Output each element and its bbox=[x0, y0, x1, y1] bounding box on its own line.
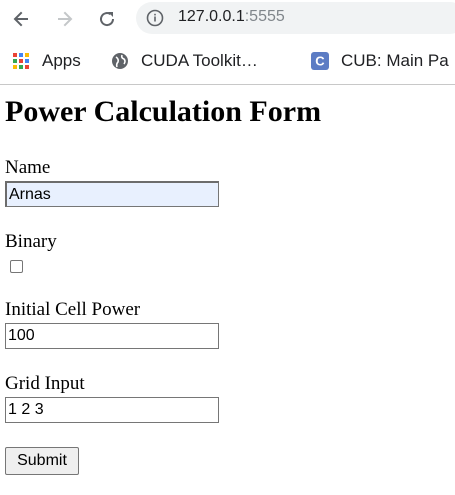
bookmarks-bar: Apps CUDA Toolkit… C CUB: Main Pa bbox=[0, 42, 455, 80]
forward-button[interactable] bbox=[52, 6, 78, 32]
bookmark-apps[interactable]: Apps bbox=[12, 50, 81, 72]
apps-grid-icon bbox=[13, 53, 29, 69]
arrow-right-icon bbox=[58, 11, 73, 27]
back-button[interactable] bbox=[8, 6, 34, 32]
c-logo-icon: C bbox=[311, 52, 329, 70]
url-port: :5555 bbox=[244, 8, 285, 25]
binary-checkbox[interactable] bbox=[10, 260, 23, 273]
bookmark-label: Apps bbox=[42, 51, 81, 70]
initial-cell-power-label: Initial Cell Power bbox=[5, 299, 141, 320]
globe-icon bbox=[112, 53, 128, 69]
name-label: Name bbox=[5, 157, 51, 178]
browser-toolbar: 127.0.0.1:5555 bbox=[0, 0, 455, 38]
url-text: 127.0.0.1:5555 bbox=[178, 8, 285, 26]
toolbar-divider bbox=[0, 84, 455, 85]
submit-button[interactable]: Submit bbox=[5, 447, 79, 475]
grid-input-label: Grid Input bbox=[5, 373, 85, 394]
bookmark-cuda-toolkit[interactable]: CUDA Toolkit… bbox=[111, 50, 258, 72]
name-field[interactable] bbox=[5, 181, 219, 207]
arrow-left-icon bbox=[13, 11, 28, 27]
reload-icon bbox=[100, 12, 115, 27]
page-content: Power Calculation Form Name Binary Initi… bbox=[5, 94, 445, 475]
page-title: Power Calculation Form bbox=[5, 95, 322, 128]
address-bar[interactable]: 127.0.0.1:5555 bbox=[136, 2, 455, 34]
svg-text:C: C bbox=[315, 54, 325, 69]
binary-label: Binary bbox=[5, 231, 57, 252]
url-host: 127.0.0.1 bbox=[178, 8, 245, 25]
reload-button[interactable] bbox=[94, 6, 120, 32]
initial-cell-power-field[interactable] bbox=[5, 323, 219, 349]
grid-input-field[interactable] bbox=[5, 397, 219, 423]
info-icon[interactable] bbox=[146, 9, 164, 27]
bookmark-label: CUDA Toolkit… bbox=[141, 51, 258, 70]
bookmark-label: CUB: Main Pa bbox=[341, 51, 449, 70]
bookmark-cub-main-page[interactable]: C CUB: Main Pa bbox=[311, 50, 449, 72]
